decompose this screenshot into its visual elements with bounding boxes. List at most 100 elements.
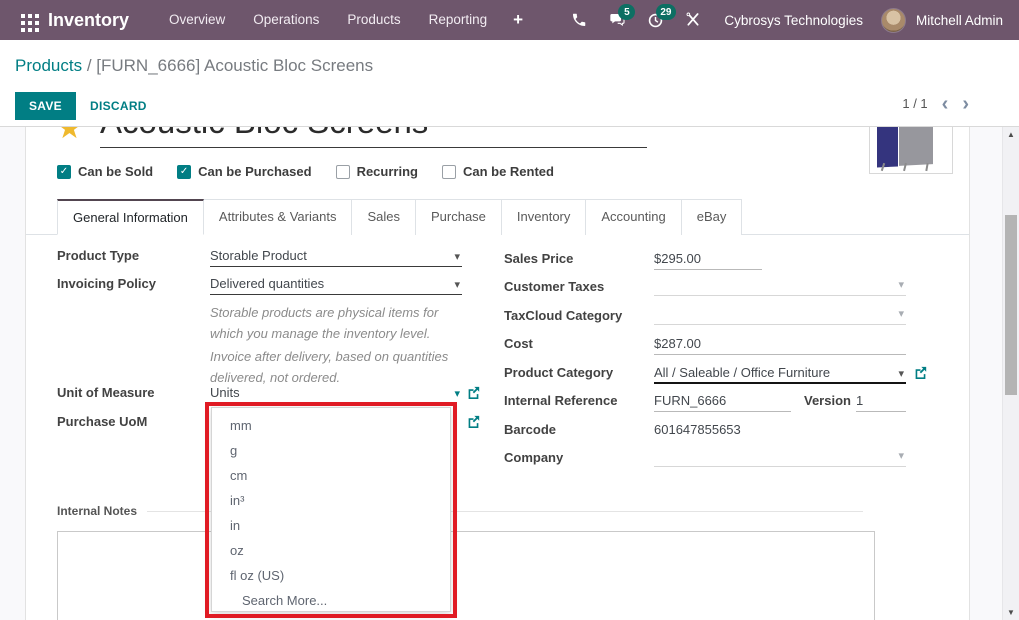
discard-button[interactable]: DISCARD <box>76 92 161 120</box>
taxcloud-category-field[interactable]: ▾ <box>654 305 906 325</box>
purchase-uom-external-link-icon[interactable] <box>467 415 481 429</box>
product-flags-row: ✓ Can be Sold ✓ Can be Purchased Recurri… <box>57 164 554 179</box>
product-category-field[interactable]: All / Saleable / Office Furniture ▾ <box>654 365 906 384</box>
checkbox-checked-icon: ✓ <box>177 165 191 179</box>
nav-item-reporting[interactable]: Reporting <box>415 0 502 40</box>
messages-icon[interactable]: 5 <box>600 0 634 40</box>
storable-help-text: Storable products are physical items for… <box>210 303 468 345</box>
uom-dropdown-menu: mm g cm in³ in oz fl oz (US) Search More… <box>211 407 451 612</box>
uom-option-mm[interactable]: mm <box>212 413 450 438</box>
caret-down-icon: ▾ <box>454 278 460 291</box>
scrollbar-up-arrow-icon[interactable]: ▲ <box>1003 130 1019 139</box>
checkbox-recurring[interactable]: Recurring <box>336 164 418 179</box>
notebook-tabs: General Information Attributes & Variant… <box>26 198 970 235</box>
nav-item-operations[interactable]: Operations <box>239 0 333 40</box>
uom-external-link-icon[interactable] <box>467 386 481 400</box>
company-label: Company <box>504 450 563 465</box>
checkbox-label: Recurring <box>357 164 418 179</box>
checkbox-label: Can be Purchased <box>198 164 311 179</box>
odoo-inventory-screen: Inventory Overview Operations Products R… <box>0 0 1019 620</box>
messages-badge: 5 <box>618 4 635 20</box>
product-image-leg <box>925 163 928 171</box>
tab-accounting[interactable]: Accounting <box>586 199 681 235</box>
form-sheet: ★ Acoustic Bloc Screens ✓ Can be Sold ✓ … <box>25 127 970 620</box>
uom-option-cm[interactable]: cm <box>212 463 450 488</box>
activities-badge: 29 <box>656 4 675 20</box>
tab-attributes-variants[interactable]: Attributes & Variants <box>204 199 353 235</box>
user-avatar[interactable] <box>881 8 906 33</box>
internal-reference-input[interactable]: FURN_6666 <box>654 393 791 412</box>
breadcrumb: Products / [FURN_6666] Acoustic Bloc Scr… <box>15 56 373 76</box>
user-menu[interactable]: Mitchell Admin <box>916 13 1003 28</box>
internal-reference-label: Internal Reference <box>504 393 617 408</box>
uom-option-oz[interactable]: oz <box>212 538 450 563</box>
pager-previous-icon[interactable]: ‹ <box>942 97 949 111</box>
barcode-label: Barcode <box>504 422 556 437</box>
scrollbar-down-arrow-icon[interactable]: ▼ <box>1003 608 1019 617</box>
topbar-right-group: 5 29 Cybrosys Technologies Mitchell Admi… <box>562 0 1007 40</box>
internal-notes-textarea[interactable] <box>57 531 875 620</box>
uom-search-more[interactable]: Search More... <box>212 588 450 614</box>
tools-icon[interactable] <box>676 0 710 40</box>
uom-option-floz-us[interactable]: fl oz (US) <box>212 563 450 588</box>
internal-notes-label: Internal Notes <box>57 504 137 518</box>
app-name[interactable]: Inventory <box>48 10 129 31</box>
nav-plus-icon[interactable]: + <box>501 10 535 30</box>
uom-option-g[interactable]: g <box>212 438 450 463</box>
invoicing-policy-value: Delivered quantities <box>210 276 324 291</box>
product-image[interactable] <box>869 127 953 174</box>
tab-purchase[interactable]: Purchase <box>416 199 502 235</box>
customer-taxes-field[interactable]: ▾ <box>654 276 906 296</box>
top-navbar: Inventory Overview Operations Products R… <box>0 0 1019 40</box>
pager-next-icon[interactable]: › <box>962 97 969 111</box>
breadcrumb-products-link[interactable]: Products <box>15 56 82 75</box>
activities-clock-icon[interactable]: 29 <box>638 0 672 40</box>
checkbox-checked-icon: ✓ <box>57 165 71 179</box>
product-title-underline <box>100 147 647 148</box>
nav-item-products[interactable]: Products <box>333 0 414 40</box>
nav-item-overview[interactable]: Overview <box>155 0 239 40</box>
company-field[interactable]: ▾ <box>654 447 906 467</box>
tab-inventory[interactable]: Inventory <box>502 199 586 235</box>
action-buttons: SAVE DISCARD <box>15 92 161 120</box>
product-type-label: Product Type <box>57 248 139 263</box>
checkbox-unchecked-icon <box>336 165 350 179</box>
tab-ebay[interactable]: eBay <box>682 199 743 235</box>
product-type-select[interactable]: Storable Product ▾ <box>210 248 462 267</box>
caret-down-icon: ▾ <box>898 367 904 380</box>
checkbox-can-be-purchased[interactable]: ✓ Can be Purchased <box>177 164 311 179</box>
checkbox-can-be-rented[interactable]: Can be Rented <box>442 164 554 179</box>
cost-input[interactable]: $287.00 <box>654 336 906 355</box>
breadcrumb-current: [FURN_6666] Acoustic Bloc Screens <box>96 56 373 75</box>
tab-general-information[interactable]: General Information <box>57 199 204 235</box>
purchase-uom-label: Purchase UoM <box>57 414 147 429</box>
product-category-label: Product Category <box>504 365 613 380</box>
caret-down-icon: ▾ <box>454 250 460 263</box>
pager-count: 1 / 1 <box>902 96 927 111</box>
checkbox-label: Can be Rented <box>463 164 554 179</box>
product-category-external-link-icon[interactable] <box>914 366 928 380</box>
version-label: Version <box>804 393 851 408</box>
save-button[interactable]: SAVE <box>15 92 76 120</box>
invoicing-policy-select[interactable]: Delivered quantities ▾ <box>210 276 462 295</box>
uom-option-in3[interactable]: in³ <box>212 488 450 513</box>
tab-sales[interactable]: Sales <box>352 199 416 235</box>
scrollbar-thumb[interactable] <box>1005 215 1017 395</box>
caret-down-icon: ▾ <box>454 387 460 400</box>
barcode-input[interactable]: 601647855653 <box>654 422 906 437</box>
favorite-star-icon[interactable]: ★ <box>56 127 83 144</box>
taxcloud-category-label: TaxCloud Category <box>504 308 622 323</box>
checkbox-can-be-sold[interactable]: ✓ Can be Sold <box>57 164 153 179</box>
uom-field[interactable]: Units ▾ <box>210 385 462 400</box>
invoicing-help-text: Invoice after delivery, based on quantit… <box>210 347 468 389</box>
cost-label: Cost <box>504 336 533 351</box>
apps-grid-icon[interactable] <box>12 5 42 35</box>
sales-price-input[interactable]: $295.00 <box>654 251 762 270</box>
company-switcher[interactable]: Cybrosys Technologies <box>724 13 863 28</box>
uom-option-in[interactable]: in <box>212 513 450 538</box>
version-input[interactable]: 1 <box>856 393 906 412</box>
invoicing-policy-label: Invoicing Policy <box>57 276 156 291</box>
product-title-input[interactable]: Acoustic Bloc Screens <box>100 127 428 141</box>
vertical-scrollbar[interactable]: ▲ ▼ <box>1002 127 1019 620</box>
phone-icon[interactable] <box>562 0 596 40</box>
